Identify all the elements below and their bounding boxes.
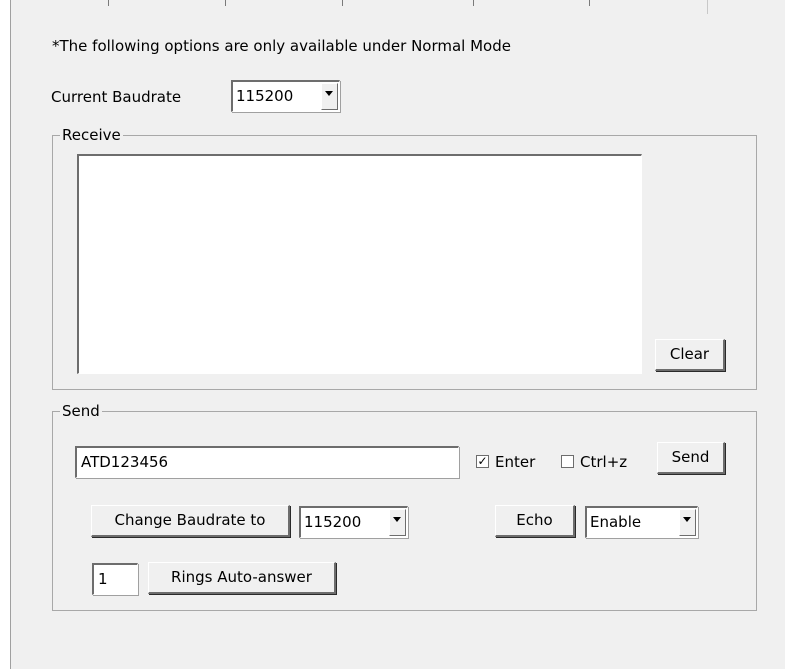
change-baudrate-button[interactable]: Change Baudrate to [91,505,290,537]
receive-output-area[interactable] [77,154,642,374]
current-baudrate-label: Current Baudrate [51,88,182,106]
current-baudrate-select[interactable]: 115200 [231,80,340,112]
send-button[interactable]: Send [657,442,725,474]
tab-tick [473,0,474,6]
checkmark-icon: ✓ [477,454,488,468]
tab-tick [342,0,343,6]
send-command-input[interactable]: ATD123456 [75,446,459,478]
echo-value: Enable [590,513,642,531]
send-group-title: Send [60,402,102,420]
receive-group-title: Receive [60,126,123,144]
tab-tick [589,0,590,6]
chevron-down-icon[interactable] [321,83,338,110]
rings-count-input[interactable]: 1 [92,563,138,595]
rings-count-value: 1 [98,570,108,588]
normal-mode-notice: *The following options are only availabl… [52,37,511,55]
chevron-down-icon[interactable] [679,509,696,536]
clear-button[interactable]: Clear [655,339,725,371]
change-baudrate-value: 115200 [304,513,362,531]
terminal-panel: *The following options are only availabl… [10,0,785,669]
echo-button[interactable]: Echo [495,505,575,537]
send-command-value: ATD123456 [81,453,169,471]
current-baudrate-value: 115200 [236,87,294,105]
ctrlz-checkbox[interactable] [561,455,574,468]
change-baudrate-select[interactable]: 115200 [299,506,408,538]
echo-select[interactable]: Enable [585,506,698,538]
tab-edge [707,0,708,14]
rings-auto-answer-button[interactable]: Rings Auto-answer [148,562,336,594]
chevron-down-icon[interactable] [389,509,406,536]
ctrlz-label: Ctrl+z [580,453,628,471]
enter-checkbox[interactable]: ✓ [476,455,489,468]
tab-tick [225,0,226,6]
tab-tick [108,0,109,6]
enter-label: Enter [495,453,536,471]
